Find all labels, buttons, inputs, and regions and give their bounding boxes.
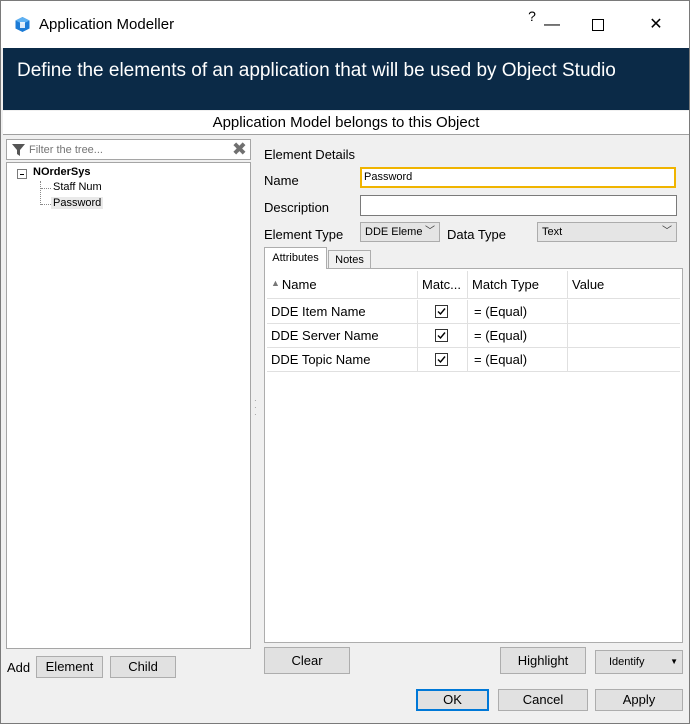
highlight-button[interactable]: Highlight (500, 647, 586, 674)
belongs-to-object-bar[interactable]: Application Model belongs to this Object (3, 111, 689, 135)
element-type-label: Element Type (264, 227, 344, 242)
tab-attributes[interactable]: Attributes (264, 247, 327, 269)
chevron-down-icon: ﹀ (662, 226, 672, 237)
apply-button[interactable]: Apply (595, 689, 683, 711)
banner-text: Define the elements of an application th… (17, 60, 616, 81)
identify-button[interactable]: Identify ▼ (595, 650, 683, 674)
tree-filter[interactable]: ✖ (6, 139, 251, 160)
attribute-name: DDE Topic Name (267, 348, 418, 372)
match-type-cell[interactable]: = (Equal) (468, 300, 568, 324)
match-type-cell[interactable]: = (Equal) (468, 348, 568, 372)
value-cell[interactable] (568, 348, 680, 372)
sort-ascending-icon: ▲ (271, 278, 280, 288)
tree-connector (40, 181, 41, 205)
data-type-label: Data Type (447, 227, 507, 242)
match-checkbox[interactable] (435, 353, 448, 366)
table-row[interactable]: DDE Topic Name = (Equal) (267, 348, 680, 372)
name-label: Name (264, 173, 299, 188)
column-header-match[interactable]: Matc... (418, 271, 468, 299)
chevron-down-icon: ﹀ (425, 226, 435, 237)
splitter-grip[interactable]: · · · (254, 397, 258, 419)
checkmark-icon (437, 308, 446, 316)
element-type-value: DDE Eleme (365, 226, 423, 238)
tab-notes[interactable]: Notes (328, 250, 371, 269)
clear-button[interactable]: Clear (264, 647, 350, 674)
checkmark-icon (437, 356, 446, 364)
checkmark-icon (437, 332, 446, 340)
match-cell (418, 300, 468, 324)
element-details-heading: Element Details (264, 147, 356, 162)
element-type-select[interactable]: DDE Eleme ﹀ (360, 222, 440, 242)
window-title: Application Modeller (39, 16, 175, 33)
tree-item-password[interactable]: Password (51, 197, 104, 209)
add-label: Add (7, 660, 31, 675)
header-banner: Define the elements of an application th… (3, 48, 689, 110)
match-cell (418, 324, 468, 348)
add-child-button[interactable]: Child (110, 656, 176, 678)
maximize-button[interactable] (575, 1, 621, 48)
data-type-value: Text (542, 226, 563, 238)
match-checkbox[interactable] (435, 329, 448, 342)
application-modeller-window: Application Modeller ? — ✕ Define the el… (0, 0, 690, 724)
data-type-select[interactable]: Text ﹀ (537, 222, 677, 242)
app-icon (15, 17, 30, 32)
description-input[interactable] (360, 195, 677, 216)
tree-item-staff-num[interactable]: Staff Num (51, 181, 104, 193)
element-tree[interactable]: NOrderSys Staff Num Password (6, 162, 251, 649)
value-cell[interactable] (568, 300, 680, 324)
ok-button[interactable]: OK (416, 689, 489, 711)
filter-icon (12, 144, 25, 156)
add-element-button[interactable]: Element (36, 656, 103, 678)
tree-filter-input[interactable] (29, 142, 219, 157)
dropdown-arrow-icon[interactable]: ▼ (670, 651, 678, 673)
tree-connector (41, 204, 51, 205)
column-header-name[interactable]: ▲ Name (267, 271, 418, 299)
close-button[interactable]: ✕ (633, 1, 679, 48)
match-cell (418, 348, 468, 372)
clear-filter-icon[interactable]: ✖ (232, 140, 247, 159)
match-checkbox[interactable] (435, 305, 448, 318)
identify-label: Identify (609, 656, 645, 668)
name-input[interactable]: Password (360, 167, 676, 188)
minimize-button[interactable]: — (529, 1, 575, 48)
table-row[interactable]: DDE Item Name = (Equal) (267, 300, 680, 324)
value-cell[interactable] (568, 324, 680, 348)
column-header-value[interactable]: Value (568, 271, 680, 299)
tree-connector (41, 188, 51, 189)
attribute-name: DDE Item Name (267, 300, 418, 324)
column-header-match-type[interactable]: Match Type (468, 271, 568, 299)
match-type-cell[interactable]: = (Equal) (468, 324, 568, 348)
maximize-icon (592, 18, 604, 31)
table-row[interactable]: DDE Server Name = (Equal) (267, 324, 680, 348)
attributes-panel: ▲ Name Matc... Match Type Value DDE Item … (264, 268, 683, 643)
title-bar[interactable]: Application Modeller ? — ✕ (1, 1, 689, 48)
grid-header: ▲ Name Matc... Match Type Value (267, 271, 680, 299)
description-label: Description (264, 200, 330, 215)
tree-root-node[interactable]: NOrderSys (33, 166, 90, 178)
cancel-button[interactable]: Cancel (498, 689, 588, 711)
collapse-icon[interactable] (17, 169, 27, 179)
attribute-name: DDE Server Name (267, 324, 418, 348)
